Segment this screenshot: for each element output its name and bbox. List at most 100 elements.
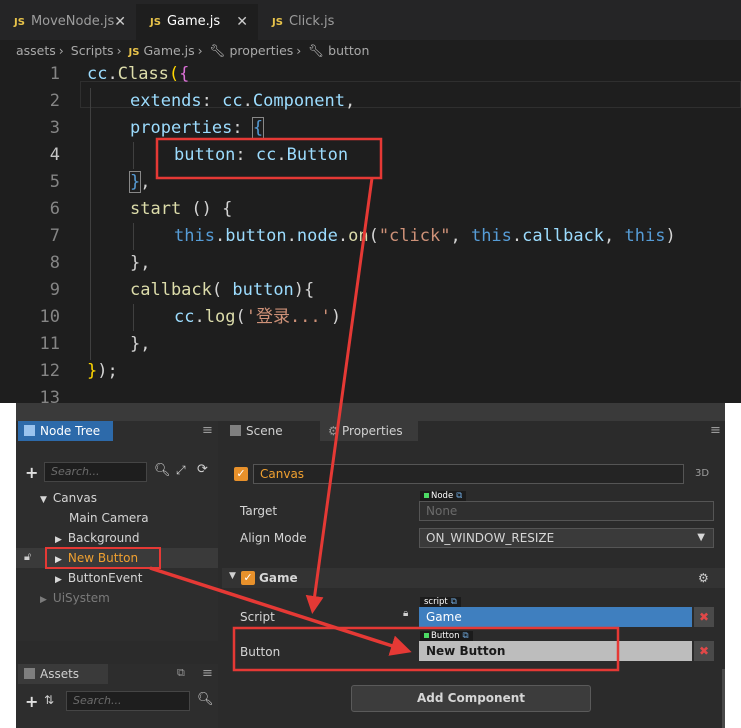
tree-item-label: ButtonEvent [67, 571, 143, 585]
chevron-down-icon: ▼ [697, 532, 705, 543]
code-area[interactable]: 1 cc.Class({ 2 extends: cc.Component, 3 pro… [0, 61, 741, 403]
tab-assets[interactable]: Assets [18, 664, 108, 684]
menu-icon[interactable]: ≡ [202, 423, 213, 438]
cocos-creator-panels: Node Tree ≡ + Search... 🔍︎ ⤢ ⟳ ▼ Canvas M… [16, 421, 725, 728]
search-input[interactable]: Search... [44, 462, 147, 482]
target-label: Target [240, 504, 278, 518]
tree-item-label: UiSystem [52, 591, 110, 605]
tree-item-canvas[interactable]: ▼ Canvas [40, 488, 97, 508]
breadcrumb: assets › Scripts › JS Game.js › 🔧︎ propertie… [16, 43, 370, 58]
code-line: 9 callback( button){ [49, 280, 315, 300]
component-name: Game [259, 571, 298, 585]
chevron-right-icon: ▶ [55, 575, 62, 585]
script-label: Script [240, 610, 275, 624]
tab-movenode[interactable]: JS MoveNode.js ✕ [0, 4, 136, 40]
tab-label: MoveNode.js [30, 14, 115, 29]
add-component-button[interactable]: Add Component [351, 685, 591, 712]
mode-3d-toggle[interactable]: 3D [695, 468, 709, 479]
node-type-chip: Node ⧉ [420, 491, 467, 501]
tree-item-label: Background [67, 531, 140, 545]
tab-label: Scene [246, 424, 283, 438]
tree-item-buttonevent[interactable]: ▶ ButtonEvent [55, 568, 143, 588]
wrench-icon: 🔧︎ [308, 43, 325, 58]
align-mode-label: Align Mode [240, 531, 307, 545]
code-line: 11}, [39, 334, 151, 354]
breadcrumb-item[interactable]: assets [16, 43, 56, 58]
tab-click[interactable]: JS Click.js [258, 4, 376, 40]
code-line: 5}, [49, 171, 151, 193]
settings-gear-icon[interactable]: ⚙ [698, 568, 709, 588]
tab-properties[interactable]: ⚙ Properties [320, 421, 418, 441]
scrollbar[interactable] [722, 669, 725, 728]
search-icon[interactable]: 🔍︎ [154, 463, 171, 478]
chevron-right-icon: ▶ [55, 555, 62, 565]
code-line: 6 start () { [49, 199, 233, 219]
remove-icon[interactable]: ✖ [694, 607, 714, 627]
chevron-down-icon[interactable]: ▼ [229, 571, 236, 581]
close-icon[interactable]: ✕ [114, 4, 126, 40]
refresh-icon[interactable]: ⟳ [197, 462, 208, 477]
js-file-icon: JS [272, 17, 283, 28]
tab-node-tree[interactable]: Node Tree [18, 421, 113, 441]
chevron-right-icon: ▶ [55, 535, 62, 545]
tree-item-uisystem[interactable]: ▶ UiSystem [40, 588, 110, 608]
code-line: 3 properties: { [49, 117, 265, 139]
code-line: 1 cc.Class({ [49, 64, 190, 84]
breadcrumb-item[interactable]: Scripts [71, 43, 114, 58]
code-line: 10 cc.log('登录...') [39, 307, 342, 327]
js-file-icon: JS [128, 47, 140, 58]
menu-icon[interactable]: ≡ [710, 423, 721, 438]
tree-item-main-camera[interactable]: Main Camera [69, 508, 149, 528]
code-line: 8}, [49, 253, 151, 273]
tree-item-label: Main Camera [69, 511, 149, 525]
script-type-chip: script ⧉ [420, 597, 461, 607]
expand-icon[interactable]: ⤢ [176, 463, 186, 478]
node-tree-panel: Node Tree ≡ + Search... 🔍︎ ⤢ ⟳ ▼ Canvas M… [16, 421, 218, 641]
tab-game[interactable]: JS Game.js ✕ [136, 4, 258, 40]
assets-panel: Assets ⧉ ≡ + ⇅ Search... 🔍︎ [16, 664, 218, 728]
tree-item-background[interactable]: ▶ Background [55, 528, 140, 548]
chevron-right-icon: ▶ [40, 595, 47, 605]
tree-item-label: Canvas [52, 491, 97, 505]
lock-icon: 🔒︎ [403, 608, 409, 619]
tab-label: Click.js [288, 14, 335, 29]
js-file-icon: JS [14, 17, 25, 28]
tab-scene[interactable]: Scene [224, 421, 320, 441]
popout-icon[interactable]: ⧉ [177, 666, 185, 680]
add-icon[interactable]: + [25, 692, 38, 711]
menu-icon[interactable]: ≡ [202, 666, 213, 681]
tab-label: Game.js [166, 14, 221, 29]
tree-item-new-button[interactable]: ▶ New Button [55, 548, 138, 568]
code-line: 13 [39, 388, 60, 403]
node-active-checkbox[interactable]: ✓ [234, 467, 248, 481]
close-icon[interactable]: ✕ [236, 4, 248, 40]
breadcrumb-item[interactable]: Game.js [143, 43, 194, 58]
add-icon[interactable]: + [25, 463, 38, 482]
button-type-chip: Button ⧉ [420, 631, 473, 641]
folder-icon [24, 668, 35, 679]
lock-icon[interactable]: 🔓︎ [24, 550, 31, 564]
script-field[interactable]: Game [419, 607, 692, 627]
search-input[interactable]: Search... [66, 691, 190, 711]
remove-icon[interactable]: ✖ [694, 641, 714, 661]
node-name-field[interactable]: Canvas [253, 464, 684, 484]
sort-icon[interactable]: ⇅ [44, 693, 54, 707]
code-line: 2 extends: cc.Component, [49, 91, 356, 111]
target-field[interactable]: None [419, 501, 714, 521]
button-field[interactable]: New Button [419, 641, 692, 661]
gear-icon: ⚙ [328, 424, 339, 438]
code-line: 7 this.button.node.on("click", this.callb… [49, 226, 676, 246]
scene-icon [230, 425, 241, 436]
tab-label: Node Tree [40, 424, 101, 438]
breadcrumb-item[interactable]: properties [230, 43, 294, 58]
tree-icon [24, 425, 35, 436]
chevron-down-icon: ▼ [40, 495, 47, 505]
code-line: 12}); [39, 361, 118, 381]
align-mode-select[interactable]: ON_WINDOW_RESIZE ▼ [419, 528, 714, 548]
wrench-icon: 🔧︎ [209, 43, 226, 58]
search-icon[interactable]: 🔍︎ [197, 692, 214, 707]
component-enabled-checkbox[interactable]: ✓ [241, 571, 255, 585]
tab-label: Properties [342, 424, 403, 438]
editor-tab-bar: JS MoveNode.js ✕ JS Game.js ✕ JS Click.js [0, 0, 741, 40]
breadcrumb-item[interactable]: button [328, 43, 369, 58]
